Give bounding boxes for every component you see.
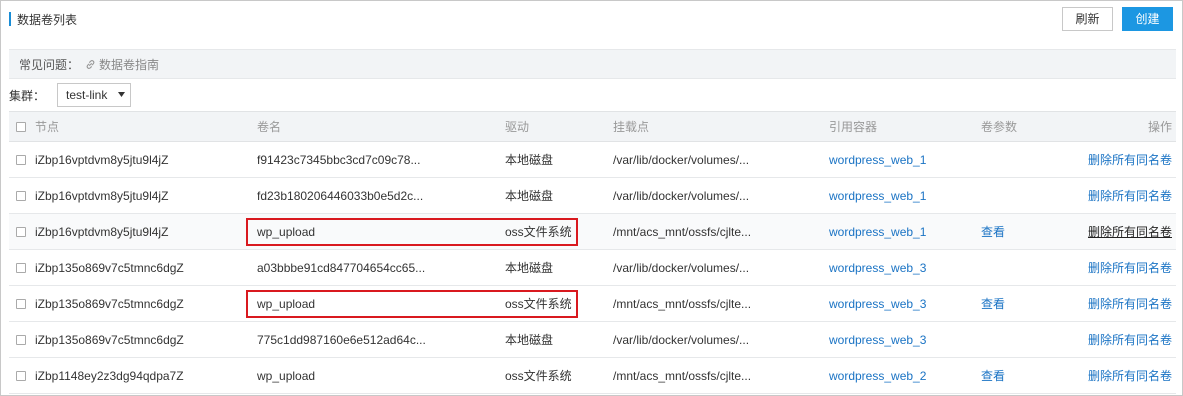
delete-same-name-link[interactable]: 删除所有同名卷 — [1088, 261, 1172, 275]
cell-driver: oss文件系统 — [505, 225, 572, 239]
create-button[interactable]: 创建 — [1122, 7, 1173, 31]
caret-down-icon — [118, 92, 126, 97]
row-checkbox[interactable] — [16, 155, 26, 166]
table-header-row: 节点 卷名 驱动 挂载点 引用容器 卷参数 操作 — [9, 111, 1176, 142]
cell-driver: 本地磁盘 — [505, 153, 554, 167]
cell-node: iZbp135o869v7c5tmnc6dgZ — [35, 260, 184, 275]
cell-volume: wp_upload — [257, 296, 316, 311]
cell-mount: /var/lib/docker/volumes/... — [613, 152, 750, 167]
table-row: iZbp1148ey2z3dg94qdpa7Z wp_upload oss文件系… — [9, 357, 1176, 394]
cell-mount: /var/lib/docker/volumes/... — [613, 332, 750, 347]
cell-node: iZbp16vptdvm8y5jtu9l4jZ — [35, 188, 169, 203]
faq-label: 常见问题： — [19, 57, 80, 72]
volume-guide-link[interactable]: 数据卷指南 — [85, 56, 159, 73]
page-title-bar: 数据卷列表 — [9, 9, 77, 29]
volume-list-panel: 数据卷列表 刷新 创建 常见问题： 数据卷指南 集群： test-link 节点… — [0, 0, 1183, 396]
volume-table: 节点 卷名 驱动 挂载点 引用容器 卷参数 操作 iZbp16vptdvm8y5… — [9, 111, 1176, 394]
cluster-filter: 集群： test-link — [9, 83, 132, 107]
cell-mount: /mnt/acs_mnt/ossfs/cjlte... — [613, 224, 752, 239]
cluster-selected-value: test-link — [66, 88, 108, 102]
delete-same-name-link[interactable]: 删除所有同名卷 — [1088, 297, 1172, 311]
table-row: iZbp16vptdvm8y5jtu9l4jZ fd23b18020644603… — [9, 178, 1176, 214]
row-checkbox[interactable] — [16, 227, 26, 238]
cell-volume: wp_upload — [257, 224, 316, 239]
param-view-link[interactable]: 查看 — [981, 225, 1005, 239]
cluster-label: 集群： — [9, 88, 46, 103]
cell-volume: a03bbbe91cd847704654cc65... — [257, 260, 426, 275]
row-checkbox[interactable] — [16, 299, 26, 310]
container-link[interactable]: wordpress_web_3 — [829, 297, 926, 311]
page-title: 数据卷列表 — [17, 12, 78, 27]
cell-mount: /mnt/acs_mnt/ossfs/cjlte... — [613, 368, 752, 383]
title-accent-bar — [9, 12, 11, 26]
cell-volume: fd23b180206446033b0e5d2c... — [257, 188, 424, 203]
param-view-link[interactable]: 查看 — [981, 369, 1005, 383]
cell-node: iZbp135o869v7c5tmnc6dgZ — [35, 296, 184, 311]
container-link[interactable]: wordpress_web_1 — [829, 153, 926, 167]
cell-driver: oss文件系统 — [505, 297, 572, 311]
cell-volume: f91423c7345bbc3cd7c09c78... — [257, 152, 421, 167]
table-row: iZbp135o869v7c5tmnc6dgZ wp_upload oss文件系… — [9, 285, 1176, 322]
link-icon — [86, 59, 95, 69]
table-row: iZbp135o869v7c5tmnc6dgZ a03bbbe91cd84770… — [9, 250, 1176, 286]
cell-volume: wp_upload — [257, 368, 316, 383]
cell-mount: /var/lib/docker/volumes/... — [613, 188, 750, 203]
delete-same-name-link[interactable]: 删除所有同名卷 — [1088, 189, 1172, 203]
row-checkbox[interactable] — [16, 191, 26, 202]
row-checkbox[interactable] — [16, 263, 26, 274]
col-header-node: 节点 — [35, 111, 257, 142]
cell-node: iZbp1148ey2z3dg94qdpa7Z — [35, 368, 184, 383]
container-link[interactable]: wordpress_web_2 — [829, 369, 926, 383]
table-row: iZbp16vptdvm8y5jtu9l4jZ f91423c7345bbc3c… — [9, 141, 1176, 178]
container-link[interactable]: wordpress_web_3 — [829, 333, 926, 347]
cluster-select[interactable]: test-link — [57, 83, 132, 107]
cell-driver: 本地磁盘 — [505, 189, 554, 203]
cell-node: iZbp16vptdvm8y5jtu9l4jZ — [35, 152, 169, 167]
cell-node: iZbp16vptdvm8y5jtu9l4jZ — [35, 224, 169, 239]
row-checkbox[interactable] — [16, 335, 26, 346]
select-all-checkbox[interactable] — [16, 122, 26, 133]
col-header-driver: 驱动 — [505, 111, 613, 142]
cell-mount: /mnt/acs_mnt/ossfs/cjlte... — [613, 296, 752, 311]
col-header-container: 引用容器 — [829, 111, 981, 142]
faq-bar: 常见问题： 数据卷指南 — [9, 49, 1176, 79]
cell-volume: 775c1dd987160e6e512ad64c... — [257, 332, 426, 347]
cell-node: iZbp135o869v7c5tmnc6dgZ — [35, 332, 184, 347]
col-header-action: 操作 — [1081, 111, 1176, 142]
table-row: iZbp16vptdvm8y5jtu9l4jZ wp_upload oss文件系… — [9, 213, 1176, 250]
cell-driver: 本地磁盘 — [505, 261, 554, 275]
col-header-param: 卷参数 — [981, 111, 1081, 142]
container-link[interactable]: wordpress_web_1 — [829, 225, 926, 239]
delete-same-name-link[interactable]: 删除所有同名卷 — [1088, 225, 1172, 239]
cell-mount: /var/lib/docker/volumes/... — [613, 260, 750, 275]
col-header-volume: 卷名 — [257, 111, 505, 142]
col-header-mount: 挂载点 — [613, 111, 829, 142]
cell-driver: 本地磁盘 — [505, 333, 554, 347]
table-row: iZbp135o869v7c5tmnc6dgZ 775c1dd987160e6e… — [9, 322, 1176, 358]
container-link[interactable]: wordpress_web_1 — [829, 189, 926, 203]
delete-same-name-link[interactable]: 删除所有同名卷 — [1088, 369, 1172, 383]
delete-same-name-link[interactable]: 删除所有同名卷 — [1088, 333, 1172, 347]
param-view-link[interactable]: 查看 — [981, 297, 1005, 311]
row-checkbox[interactable] — [16, 371, 26, 382]
delete-same-name-link[interactable]: 删除所有同名卷 — [1088, 153, 1172, 167]
cell-driver: oss文件系统 — [505, 369, 572, 383]
container-link[interactable]: wordpress_web_3 — [829, 261, 926, 275]
volume-guide-label: 数据卷指南 — [99, 57, 160, 72]
refresh-button[interactable]: 刷新 — [1062, 7, 1113, 31]
